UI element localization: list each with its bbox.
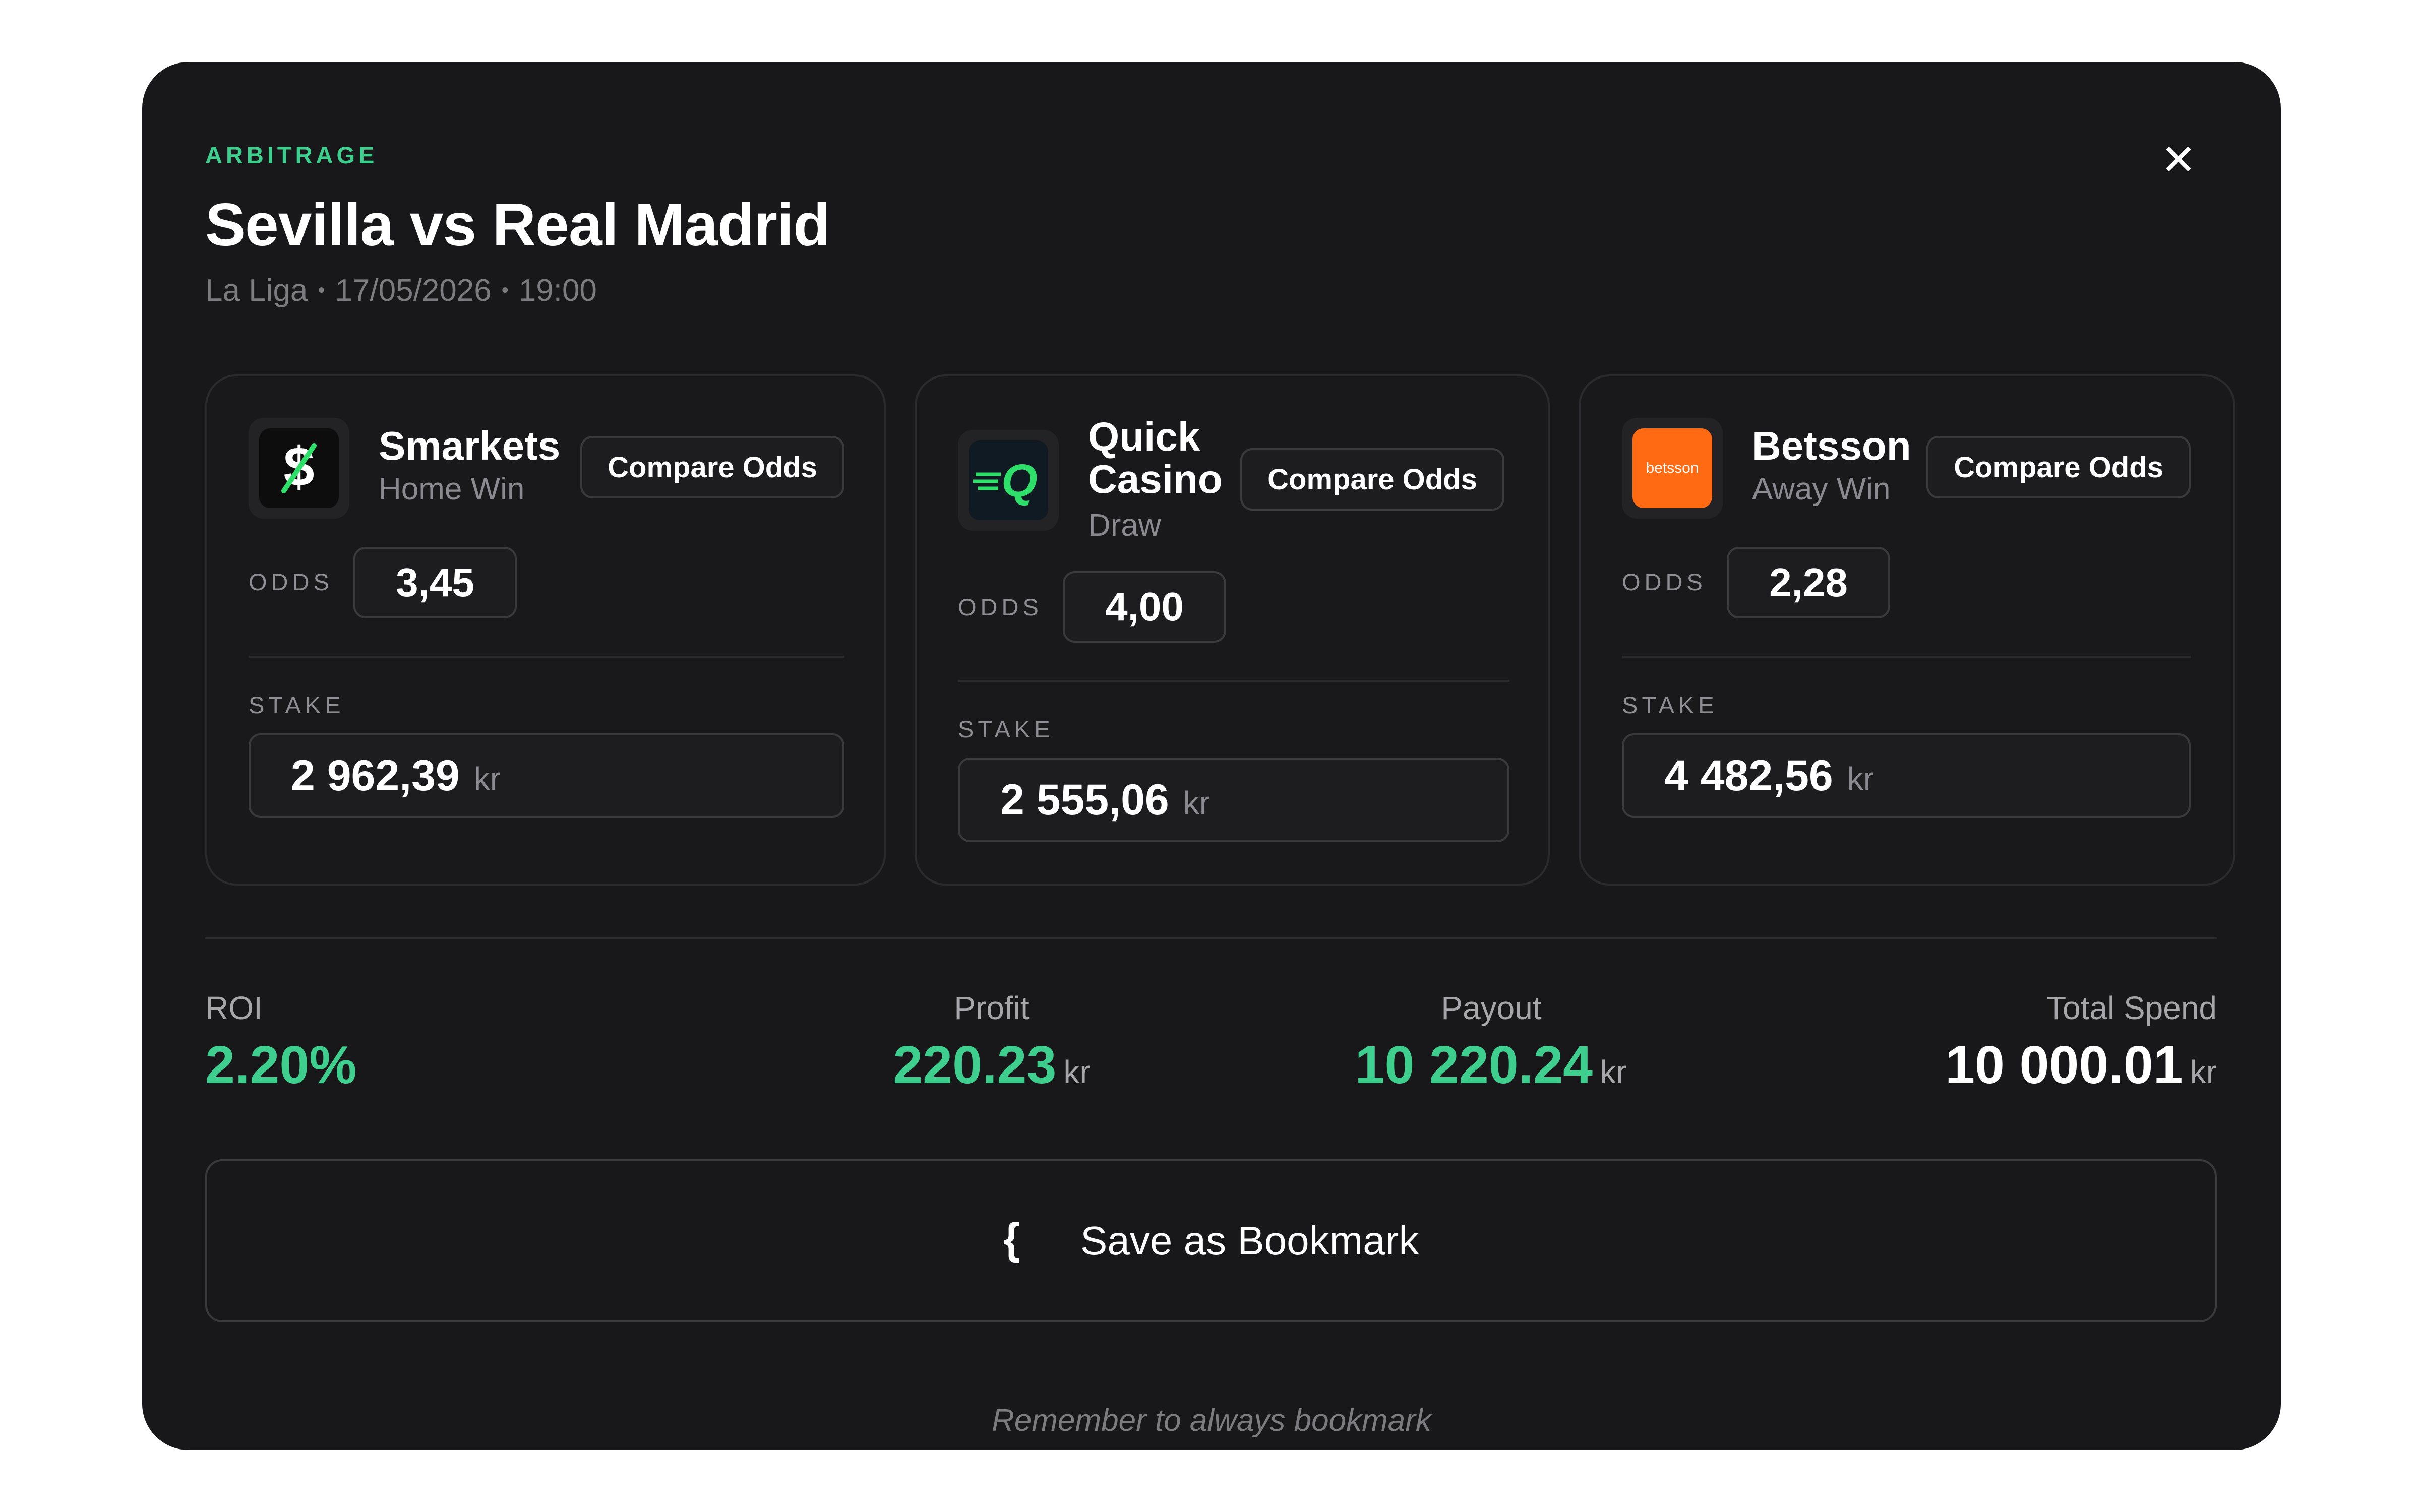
stake-currency: kr (473, 761, 501, 797)
stake-currency: kr (1847, 761, 1874, 797)
profit-currency: kr (1063, 1054, 1091, 1090)
stake-currency: kr (1183, 785, 1211, 821)
odds-label: ODDS (1622, 569, 1707, 595)
close-icon[interactable]: ✕ (2154, 135, 2203, 184)
quick-casino-icon: Q (973, 455, 1038, 506)
card-divider (249, 656, 844, 658)
arbitrage-modal: ARBITRAGE Sevilla vs Real Madrid La Liga… (142, 62, 2281, 1450)
bet-outcome: Home Win (379, 472, 525, 507)
roi-number: 2.20% (205, 1035, 357, 1095)
profit-label: Profit (954, 990, 1030, 1026)
smarkets-logo-mark: $ (259, 428, 339, 508)
match-time: 19:00 (518, 273, 597, 308)
separator: • (318, 279, 325, 301)
quick-casino-logo: Q (958, 430, 1059, 531)
stake-label: STAKE (958, 716, 1054, 742)
card-divider (958, 680, 1509, 682)
card-divider (1622, 656, 2191, 658)
stake-value: 2 555,06 (1000, 775, 1169, 824)
betsson-wordmark: betsson (1646, 460, 1699, 476)
bet-card-draw: Q Quick Casino Draw Compare Odds ODDS 4,… (915, 374, 1550, 886)
bookmaker-name: Betsson (1752, 423, 1911, 468)
profit-value: 220.23 kr (848, 1035, 1135, 1096)
compare-odds-button[interactable]: Compare Odds (1240, 448, 1504, 511)
bet-outcome: Away Win (1752, 472, 1891, 507)
match-meta: La Liga • 17/05/2026 • 19:00 (205, 273, 597, 308)
total-spend-value: 10 000.01 kr (1813, 1035, 2217, 1096)
save-bookmark-label: Save as Bookmark (1080, 1218, 1419, 1263)
stake-value: 2 962,39 (291, 751, 460, 800)
odds-label: ODDS (249, 569, 333, 595)
odds-value[interactable]: 2,28 (1727, 547, 1890, 618)
total-spend-number: 10 000.01 (1945, 1035, 2183, 1095)
stake-input[interactable]: 2 555,06 kr (958, 758, 1509, 842)
bet-outcome: Draw (1088, 508, 1161, 543)
match-title: Sevilla vs Real Madrid (205, 191, 830, 259)
bet-card-away: betsson Betsson Away Win Compare Odds OD… (1579, 374, 2235, 886)
smarkets-icon: $ (281, 436, 317, 498)
stake-value: 4 482,56 (1664, 751, 1833, 800)
bookmaker-name-line1: Quick (1088, 414, 1200, 459)
total-spend-currency: kr (2190, 1054, 2217, 1090)
payout-currency: kr (1600, 1054, 1627, 1090)
bet-card-home: $ Smarkets Home Win Compare Odds ODDS 3,… (205, 374, 886, 886)
compare-odds-button[interactable]: Compare Odds (1926, 436, 2191, 498)
league-name: La Liga (205, 273, 308, 308)
odds-value[interactable]: 3,45 (353, 547, 517, 618)
bookmaker-name: Smarkets (379, 423, 561, 468)
compare-odds-button[interactable]: Compare Odds (580, 436, 844, 498)
bookmark-reminder: Remember to always bookmark (992, 1403, 1431, 1438)
payout-label: Payout (1441, 990, 1542, 1026)
stake-label: STAKE (249, 691, 345, 718)
bookmaker-name-line2: Casino (1088, 457, 1223, 501)
summary-divider (205, 937, 2217, 939)
eyebrow-label: ARBITRAGE (205, 142, 378, 168)
stake-label: STAKE (1622, 691, 1718, 718)
profit-number: 220.23 (893, 1035, 1057, 1095)
stake-input[interactable]: 4 482,56 kr (1622, 733, 2191, 818)
match-date: 17/05/2026 (335, 273, 492, 308)
total-spend-label: Total Spend (2046, 990, 2217, 1026)
bookmark-icon: { (1003, 1214, 1020, 1263)
quick-casino-logo-mark: Q (969, 440, 1048, 520)
odds-label: ODDS (958, 594, 1043, 620)
payout-number: 10 220.24 (1355, 1035, 1593, 1095)
smarkets-logo: $ (249, 418, 349, 519)
save-bookmark-button[interactable]: { Save as Bookmark (205, 1159, 2217, 1322)
payout-value: 10 220.24 kr (1312, 1035, 1670, 1096)
stake-input[interactable]: 2 962,39 kr (249, 733, 844, 818)
odds-value[interactable]: 4,00 (1063, 571, 1226, 643)
separator: • (501, 279, 509, 301)
quick-casino-glyph: Q (1001, 455, 1038, 506)
betsson-logo: betsson (1622, 418, 1723, 519)
roi-value: 2.20% (205, 1035, 357, 1096)
roi-label: ROI (205, 990, 263, 1026)
betsson-logo-mark: betsson (1632, 428, 1712, 508)
